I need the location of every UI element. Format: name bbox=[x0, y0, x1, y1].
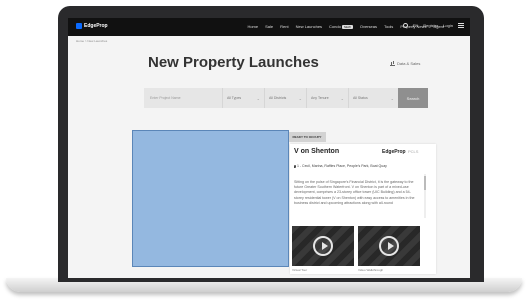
status-select-value: All Status bbox=[353, 96, 368, 100]
page-title: New Property Launches bbox=[148, 54, 319, 71]
breadcrumb[interactable]: Home > New Launches bbox=[76, 39, 107, 43]
nav-new-launches[interactable]: New Launches bbox=[296, 24, 322, 29]
login-link[interactable]: Login bbox=[443, 23, 453, 28]
top-nav: EdgeProp Home Sale Rent New Launches Con… bbox=[68, 18, 470, 36]
scrollbar-thumb[interactable] bbox=[424, 176, 426, 190]
listing-logo: EdgeProp bbox=[382, 149, 406, 155]
location-pin-icon bbox=[294, 164, 296, 168]
menu-icon[interactable] bbox=[458, 23, 464, 28]
video-label: Virtual Tour bbox=[292, 268, 308, 272]
logo-text: EdgeProp bbox=[84, 23, 108, 29]
status-badge: READY TO OCCUPY bbox=[288, 132, 326, 142]
nav-right: EN Register Login bbox=[402, 23, 464, 28]
image-placeholder bbox=[132, 130, 289, 267]
data-sales-label: Data & Sales bbox=[397, 61, 421, 66]
listing-address: 1 - Cecil, Marina, Raffles Place, People… bbox=[294, 164, 387, 168]
listing-card[interactable]: V on Shenton EdgeProp PCLS 1 - Cecil, Ma… bbox=[290, 144, 436, 274]
virtual-tour-video[interactable] bbox=[292, 226, 354, 266]
register-link[interactable]: Register bbox=[423, 23, 438, 28]
condo-new-badge: NEW bbox=[341, 25, 353, 29]
language-selector[interactable]: EN bbox=[413, 23, 419, 28]
video-walkthrough[interactable] bbox=[358, 226, 420, 266]
nav-condo-label: Condo bbox=[329, 24, 341, 29]
site-logo[interactable]: EdgeProp bbox=[76, 23, 108, 29]
chevron-down-icon: ⌄ bbox=[256, 95, 260, 101]
status-select[interactable]: All Status ⌄ bbox=[348, 88, 398, 108]
tenure-select[interactable]: Any Tenure ⌄ bbox=[306, 88, 348, 108]
data-sales-link[interactable]: Data & Sales bbox=[390, 61, 420, 66]
district-select[interactable]: All Districts ⌄ bbox=[264, 88, 306, 108]
nav-home[interactable]: Home bbox=[247, 24, 258, 29]
play-icon[interactable] bbox=[379, 236, 399, 256]
play-icon[interactable] bbox=[313, 236, 333, 256]
chevron-down-icon: ⌄ bbox=[340, 95, 344, 101]
listing-logo-sub: PCLS bbox=[408, 149, 419, 154]
nav-sale[interactable]: Sale bbox=[265, 24, 273, 29]
search-placeholder: Enter Project Name bbox=[150, 96, 181, 100]
laptop-screen: EdgeProp Home Sale Rent New Launches Con… bbox=[68, 18, 470, 278]
nav-rent[interactable]: Rent bbox=[280, 24, 288, 29]
listing-description: Sitting on the pulse of Singapore's Fina… bbox=[294, 180, 415, 205]
type-select[interactable]: All Types ⌄ bbox=[222, 88, 264, 108]
listing-name[interactable]: V on Shenton bbox=[294, 148, 339, 155]
bar-chart-icon bbox=[390, 61, 395, 66]
type-select-value: All Types bbox=[227, 96, 242, 100]
district-select-value: All Districts bbox=[269, 96, 287, 100]
globe-icon[interactable] bbox=[402, 23, 408, 28]
video-label: Video Walkthrough bbox=[358, 268, 384, 272]
logo-icon bbox=[76, 23, 82, 29]
description-scrollbar[interactable] bbox=[424, 174, 426, 218]
listing-address-text: 1 - Cecil, Marina, Raffles Place, People… bbox=[297, 164, 387, 168]
search-bar: Enter Project Name All Types ⌄ All Distr… bbox=[144, 88, 428, 108]
nav-condo[interactable]: Condo NEW bbox=[329, 24, 353, 29]
nav-tools[interactable]: Tools bbox=[384, 24, 393, 29]
tenure-select-value: Any Tenure bbox=[311, 96, 329, 100]
search-button[interactable]: Search bbox=[398, 88, 428, 108]
project-search-input[interactable]: Enter Project Name bbox=[144, 88, 222, 108]
chevron-down-icon: ⌄ bbox=[390, 95, 394, 101]
chevron-down-icon: ⌄ bbox=[298, 95, 302, 101]
nav-overseas[interactable]: Overseas bbox=[360, 24, 377, 29]
